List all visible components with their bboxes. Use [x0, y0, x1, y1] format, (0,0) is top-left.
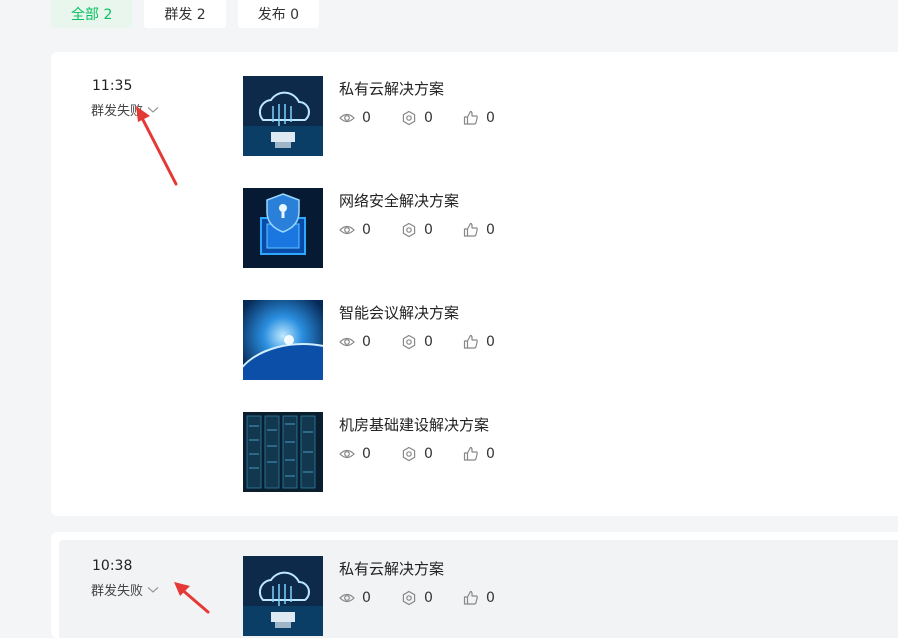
shares-stat: 0	[401, 590, 439, 606]
share-icon	[401, 222, 417, 238]
filter-tabs: 全部 2 群发 2 发布 0	[51, 0, 320, 28]
likes-stat: 0	[463, 110, 501, 126]
eye-icon	[339, 446, 355, 462]
article-title[interactable]: 私有云解决方案	[339, 78, 444, 99]
tab-mass-send[interactable]: 群发 2	[144, 0, 226, 28]
article-thumbnail	[243, 76, 323, 156]
shares-count: 0	[424, 446, 433, 462]
shares-stat: 0	[401, 110, 439, 126]
tab-all[interactable]: 全部 2	[51, 0, 133, 28]
views-count: 0	[362, 590, 371, 606]
share-icon	[401, 110, 417, 126]
shares-count: 0	[424, 110, 433, 126]
likes-count: 0	[486, 334, 495, 350]
share-icon	[401, 334, 417, 350]
article-stats: 0 0 0	[339, 110, 525, 126]
send-status-dropdown[interactable]: 群发失败	[91, 580, 159, 599]
chevron-down-icon	[147, 586, 159, 594]
article-item[interactable]: 智能会议解决方案 0 0 0	[243, 300, 843, 380]
eye-icon	[339, 222, 355, 238]
article-title[interactable]: 机房基础建设解决方案	[339, 414, 489, 435]
share-icon	[401, 590, 417, 606]
article-title[interactable]: 智能会议解决方案	[339, 302, 459, 323]
send-time: 11:35	[92, 78, 133, 94]
views-stat: 0	[339, 110, 377, 126]
article-item[interactable]: 私有云解决方案 0 0 0	[243, 556, 843, 636]
thumbs-up-icon	[463, 590, 479, 606]
article-stats: 0 0 0	[339, 222, 525, 238]
article-stats: 0 0 0	[339, 334, 525, 350]
likes-stat: 0	[463, 590, 501, 606]
article-thumbnail	[243, 188, 323, 268]
article-stats: 0 0 0	[339, 446, 525, 462]
eye-icon	[339, 110, 355, 126]
send-status-label: 群发失败	[91, 584, 144, 599]
article-item[interactable]: 网络安全解决方案 0 0 0	[243, 188, 843, 268]
views-count: 0	[362, 334, 371, 350]
annotation-arrow	[174, 582, 210, 614]
shares-stat: 0	[401, 446, 439, 462]
likes-count: 0	[486, 222, 495, 238]
annotation-arrow	[136, 106, 178, 186]
likes-stat: 0	[463, 334, 501, 350]
thumbs-up-icon	[463, 222, 479, 238]
likes-count: 0	[486, 590, 495, 606]
eye-icon	[339, 590, 355, 606]
article-item[interactable]: 私有云解决方案 0 0 0	[243, 76, 843, 156]
views-stat: 0	[339, 446, 377, 462]
likes-count: 0	[486, 446, 495, 462]
article-thumbnail	[243, 412, 323, 492]
views-stat: 0	[339, 590, 377, 606]
shares-count: 0	[424, 222, 433, 238]
article-thumbnail	[243, 556, 323, 636]
tab-publish[interactable]: 发布 0	[237, 0, 320, 28]
views-count: 0	[362, 110, 371, 126]
views-stat: 0	[339, 222, 377, 238]
article-title[interactable]: 网络安全解决方案	[339, 190, 459, 211]
share-icon	[401, 446, 417, 462]
article-stats: 0 0 0	[339, 590, 525, 606]
article-item[interactable]: 机房基础建设解决方案 0 0 0	[243, 412, 843, 492]
thumbs-up-icon	[463, 446, 479, 462]
thumbs-up-icon	[463, 110, 479, 126]
views-count: 0	[362, 446, 371, 462]
shares-count: 0	[424, 590, 433, 606]
eye-icon	[339, 334, 355, 350]
shares-stat: 0	[401, 334, 439, 350]
send-time: 10:38	[92, 558, 133, 574]
thumbs-up-icon	[463, 334, 479, 350]
likes-stat: 0	[463, 222, 501, 238]
shares-count: 0	[424, 334, 433, 350]
likes-stat: 0	[463, 446, 501, 462]
article-title[interactable]: 私有云解决方案	[339, 558, 444, 579]
likes-count: 0	[486, 110, 495, 126]
views-count: 0	[362, 222, 371, 238]
views-stat: 0	[339, 334, 377, 350]
article-thumbnail	[243, 300, 323, 380]
shares-stat: 0	[401, 222, 439, 238]
